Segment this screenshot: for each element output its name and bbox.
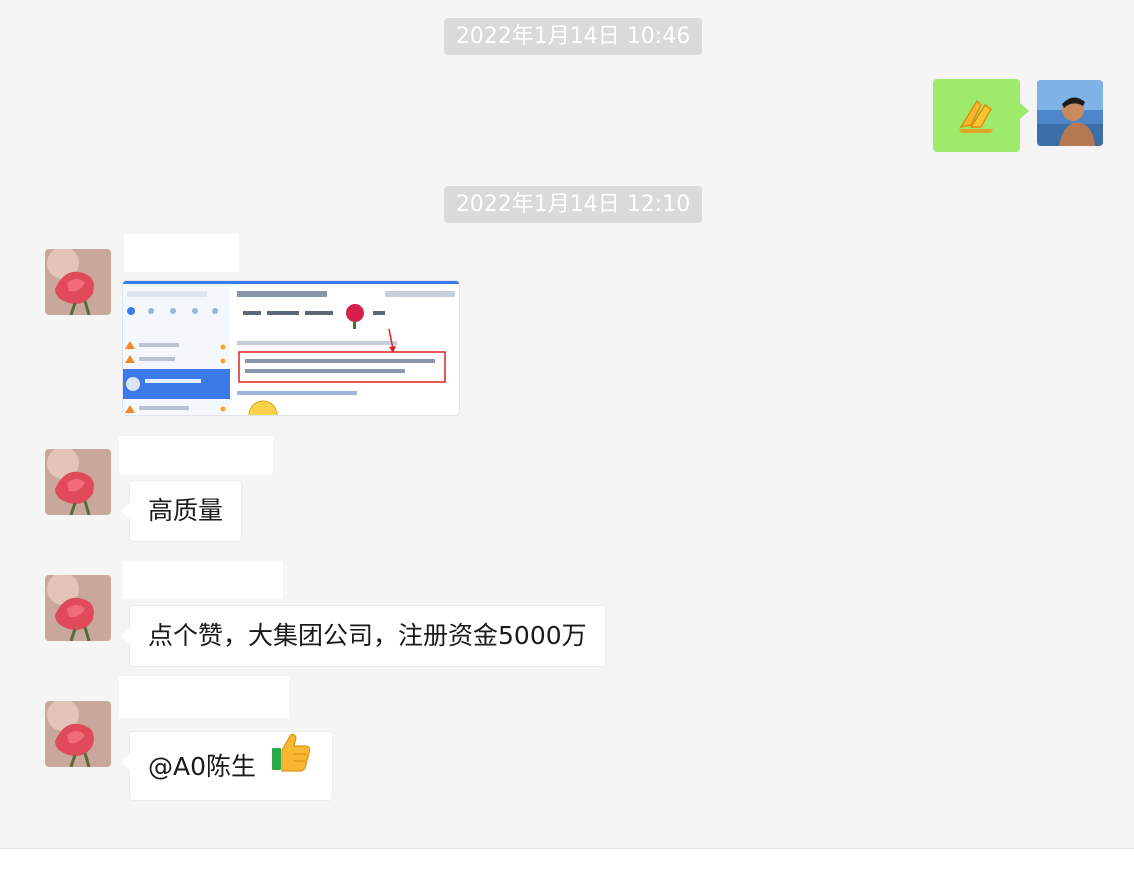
- sent-message-bubble[interactable]: [933, 79, 1029, 152]
- message-text: @A0陈生: [148, 752, 257, 781]
- folded-hands-icon: [955, 93, 999, 141]
- input-area[interactable]: [0, 848, 1134, 890]
- contact-avatar[interactable]: [45, 249, 111, 315]
- received-message-bubble[interactable]: @A0陈生: [121, 730, 333, 801]
- received-message-bubble[interactable]: 高质量: [120, 480, 243, 542]
- sender-name-redacted: [119, 436, 273, 474]
- thumbs-up-icon: [270, 730, 312, 801]
- image-message[interactable]: [122, 280, 460, 416]
- my-avatar[interactable]: [1037, 80, 1103, 146]
- timestamp: 2022年1月14日 10:46: [444, 18, 702, 55]
- chat-area: 2022年1月14日 10:46 2022年1月14日 12:10 高质量 点个…: [0, 0, 1134, 848]
- contact-avatar[interactable]: [45, 449, 111, 515]
- received-message-bubble[interactable]: 点个赞，大集团公司，注册资金5000万: [121, 605, 606, 667]
- sender-name-redacted: [123, 561, 283, 599]
- message-text: 高质量: [148, 496, 224, 525]
- timestamp: 2022年1月14日 12:10: [444, 186, 702, 223]
- contact-avatar[interactable]: [45, 701, 111, 767]
- message-text: 点个赞，大集团公司，注册资金5000万: [148, 621, 587, 650]
- contact-avatar[interactable]: [45, 575, 111, 641]
- sender-name-redacted: [124, 234, 239, 272]
- sender-name-redacted: [119, 676, 289, 718]
